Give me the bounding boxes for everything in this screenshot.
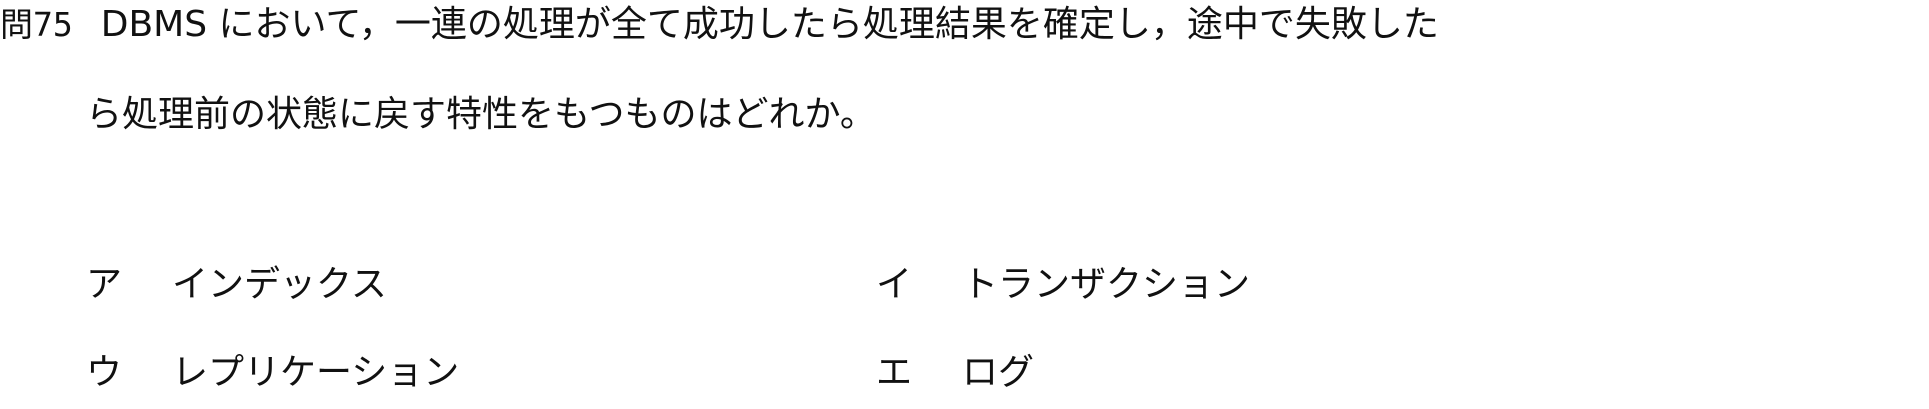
choice-a-key: ア	[86, 264, 123, 305]
question-line-2: ら処理前の状態に戻す特性をもつものはどれか。	[86, 92, 876, 138]
choice-e-text: ログ	[962, 352, 1035, 393]
choice-u-key: ウ	[86, 352, 123, 393]
choice-i-text: トランザクション	[962, 264, 1251, 305]
choice-u-text: レプリケーション	[172, 352, 460, 393]
question-text-line-2: ら処理前の状態に戻す特性をもつものはどれか。	[86, 94, 876, 135]
choice-i-key: イ	[876, 264, 913, 305]
choice-a-text: インデックス	[172, 264, 387, 305]
choice-e-key: エ	[876, 352, 913, 393]
question-number: 問75	[0, 5, 73, 44]
question-line-1: 問75 DBMS において，一連の処理が全て成功したら処理結果を確定し，途中で失敗…	[0, 2, 1439, 48]
choice-e: エ ログ	[876, 350, 1034, 396]
choice-i: イ トランザクション	[876, 262, 1250, 308]
question-text-line-1: DBMS において，一連の処理が全て成功したら処理結果を確定し，途中で失敗した	[100, 4, 1439, 45]
choice-u: ウ レプリケーション	[86, 350, 459, 396]
choice-a: ア インデックス	[86, 262, 387, 308]
